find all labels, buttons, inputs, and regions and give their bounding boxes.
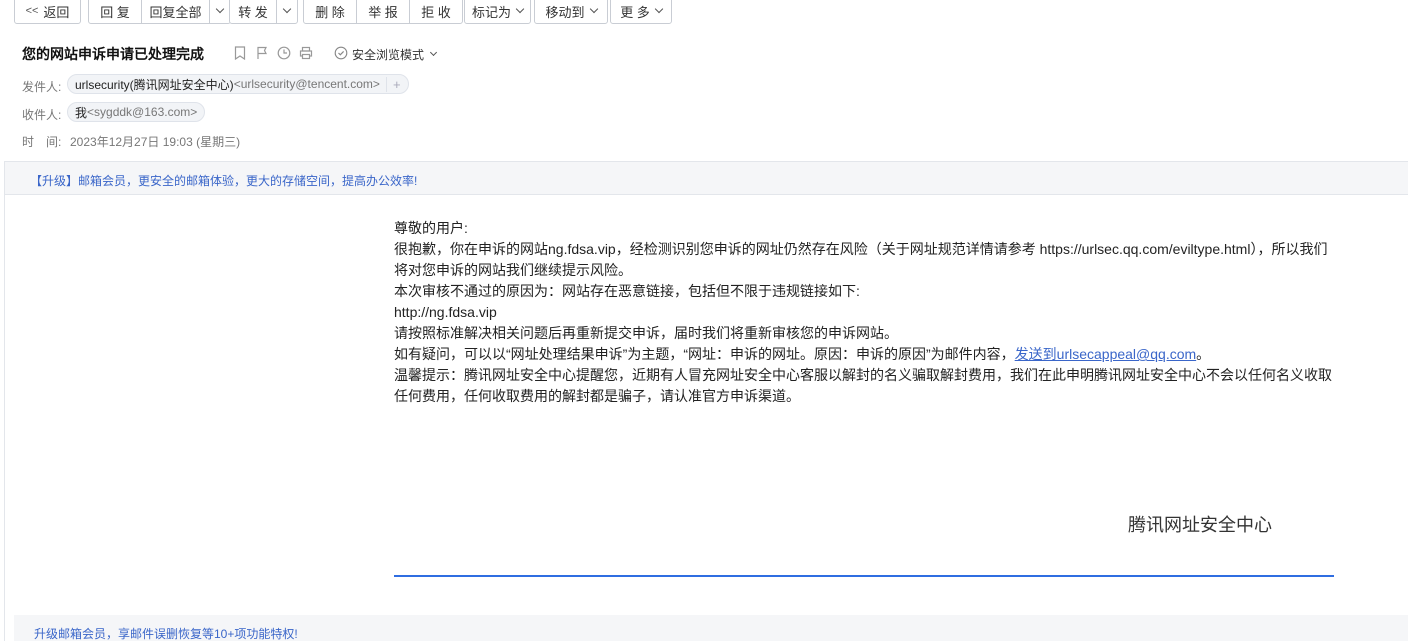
mail-body: 尊敬的用户: 很抱歉，你在申诉的网站ng.fdsa.vip，经检测识别您申诉的网… xyxy=(394,218,1334,407)
body-paragraph: 请按照标准解决相关问题后再重新提交申诉，届时我们将重新审核您的申诉网站。 xyxy=(394,325,898,341)
banner-divider xyxy=(4,194,1408,195)
appeal-email-link[interactable]: 发送到urlsecappeal@qq.com xyxy=(1015,346,1197,362)
flagged-url: http://ng.fdsa.vip xyxy=(394,304,497,320)
forward-dropdown[interactable] xyxy=(277,0,297,23)
sender-name: urlsecurity(腾讯网址安全中心) xyxy=(75,77,234,92)
recipient-address: <sygddk@163.com> xyxy=(87,105,198,119)
action-button-group: 删 除 举 报 拒 收 xyxy=(303,0,463,24)
chevron-down-icon xyxy=(215,4,225,14)
signature: 腾讯网址安全中心 xyxy=(1128,515,1272,535)
forward-button[interactable]: 转 发 xyxy=(230,0,277,23)
chevron-down-icon xyxy=(654,4,664,14)
shield-check-icon xyxy=(334,46,348,63)
reply-button[interactable]: 回 复 xyxy=(89,0,142,23)
reject-button[interactable]: 拒 收 xyxy=(410,0,462,23)
double-chevron-left-icon: << xyxy=(25,5,39,17)
delete-button[interactable]: 删 除 xyxy=(304,0,357,23)
more-button-group: 更 多 xyxy=(610,0,672,24)
mail-subject: 您的网站申诉申请已处理完成 xyxy=(22,46,204,62)
content-left-border xyxy=(4,162,5,641)
sender-address: <urlsecurity@tencent.com> xyxy=(233,77,380,91)
warning-paragraph: 温馨提示：腾讯网址安全中心提醒您，近期有人冒充网址安全中心客服以解封的名义骗取解… xyxy=(394,367,1332,404)
move-to-button-group: 移动到 xyxy=(534,0,608,24)
mark-as-button[interactable]: 标记为 xyxy=(465,0,530,23)
recipient-name: 我 xyxy=(75,105,88,120)
flag-icon[interactable] xyxy=(254,45,270,61)
body-paragraph: 本次审核不通过的原因为：网站存在恶意链接，包括但不限于违规链接如下: xyxy=(394,283,860,299)
clock-icon[interactable] xyxy=(276,45,292,61)
safe-browsing-mode-toggle[interactable]: 安全浏览模式 xyxy=(334,46,438,63)
body-paragraph: 如有疑问，可以以“网址处理结果申诉”为主题，“网址：申诉的网址。原因：申诉的原因… xyxy=(394,346,1211,362)
time-label: 时 间: xyxy=(22,135,62,149)
subject-actions xyxy=(232,45,314,61)
report-button[interactable]: 举 报 xyxy=(357,0,410,23)
chevron-down-icon xyxy=(282,4,292,14)
move-to-button[interactable]: 移动到 xyxy=(535,0,607,23)
mail-toolbar: << 返回 回 复 回复全部 转 发 删 除 举 报 拒 收 标记为 移动到 更… xyxy=(0,0,1408,30)
more-button[interactable]: 更 多 xyxy=(611,0,671,23)
add-contact-icon[interactable]: + xyxy=(385,76,401,92)
signature-divider xyxy=(394,575,1334,577)
reply-all-button[interactable]: 回复全部 xyxy=(142,0,210,23)
sent-date: 2023年12月27日 19:03 (星期三) xyxy=(70,135,241,149)
reply-button-group: 回 复 回复全部 xyxy=(88,0,231,24)
recipient-label: 收件人: xyxy=(22,108,62,122)
upgrade-banner-link[interactable]: 【升级】邮箱会员，更安全的邮箱体验，更大的存储空间，提高办公效率! xyxy=(30,172,417,189)
forward-button-group: 转 发 xyxy=(229,0,298,24)
sender-chip[interactable]: urlsecurity(腾讯网址安全中心) <urlsecurity@tence… xyxy=(67,74,409,94)
chevron-down-icon xyxy=(589,4,598,14)
sender-label: 发件人: xyxy=(22,80,62,94)
bookmark-icon[interactable] xyxy=(232,45,248,61)
recipient-chip[interactable]: 我 <sygddk@163.com> xyxy=(67,102,206,122)
print-icon[interactable] xyxy=(298,45,314,61)
chevron-down-icon xyxy=(429,48,438,57)
reply-all-dropdown[interactable] xyxy=(210,0,230,23)
footer-upgrade-link[interactable]: 升级邮箱会员，享邮件误删恢复等10+项功能特权! xyxy=(34,625,298,641)
body-paragraph: 很抱歉，你在申诉的网站ng.fdsa.vip，经检测识别您申诉的网址仍然存在风险… xyxy=(394,241,1328,278)
back-button[interactable]: << 返回 xyxy=(14,0,81,24)
chevron-down-icon xyxy=(515,4,525,14)
mark-as-button-group: 标记为 xyxy=(464,0,531,24)
greeting: 尊敬的用户: xyxy=(394,220,468,236)
